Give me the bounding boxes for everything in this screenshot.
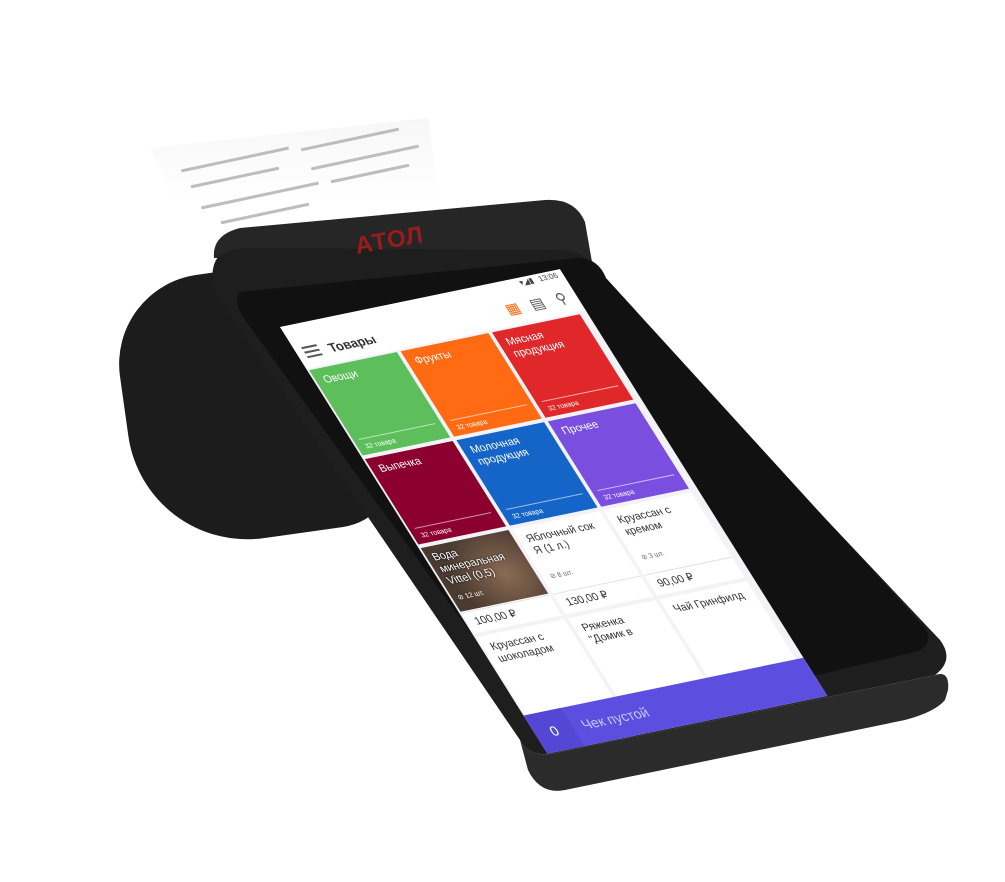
category-count: 32 товара	[546, 399, 581, 413]
product-name: Ряженка "Домик в	[579, 614, 636, 646]
calculator-icon[interactable]: ▤	[523, 293, 553, 315]
category-name: Молочная продукция	[467, 435, 532, 468]
page-title: Товары	[324, 331, 380, 355]
category-count: 32 товара	[602, 488, 637, 502]
product-qty: ⊘ 8 шт.	[548, 569, 575, 581]
category-count: 32 товара	[419, 526, 454, 540]
category-name: Мясная продукция	[503, 329, 568, 360]
category-count: 32 товара	[511, 507, 545, 521]
status-icons: ▾◢▮	[517, 276, 536, 288]
category-name: Фрукты	[412, 348, 455, 367]
category-count: 32 товара	[363, 437, 398, 451]
category-name: Овощи	[320, 368, 361, 386]
product-name: Чай Гринфилд	[670, 589, 747, 616]
device-scene: АТОЛ ▾◢▮ 13:06 Товары ▦ ▤ ⚲ Овощи 32 тов…	[0, 0, 1005, 882]
product-name: Яблочный сок Я (1 л.)	[523, 520, 598, 557]
category-name: Выпечка	[376, 455, 425, 475]
category-count: 32 товара	[455, 418, 490, 432]
product-name: Круассан с шоколадом	[487, 631, 557, 665]
product-name: Круассан с кремом	[615, 504, 674, 538]
menu-icon[interactable]	[301, 344, 323, 359]
grid-view-icon[interactable]: ▦	[499, 298, 529, 320]
search-icon[interactable]: ⚲	[547, 288, 577, 310]
product-qty: ⊘ 3 шт.	[640, 550, 667, 562]
category-name: Прочее	[559, 418, 602, 438]
